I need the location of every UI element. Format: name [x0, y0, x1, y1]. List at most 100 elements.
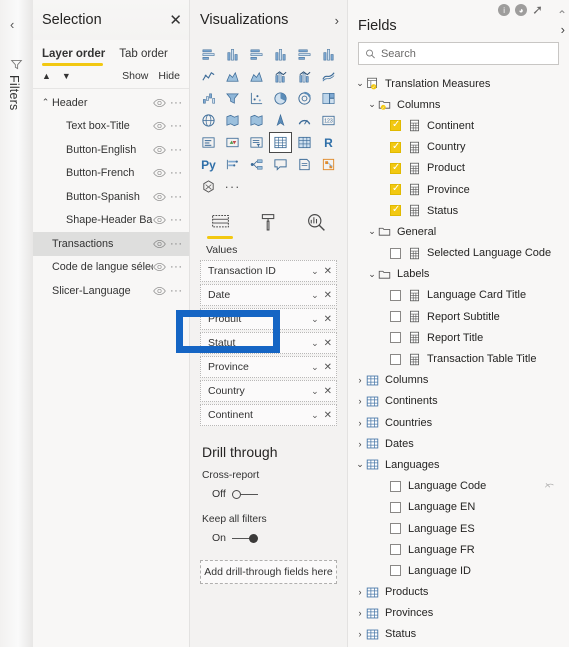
visibility-eye-icon[interactable]	[153, 168, 166, 178]
fields-tree-item[interactable]: › Countries	[348, 412, 569, 433]
scroll-up-icon[interactable]: ⌃	[557, 8, 567, 22]
expand-chevron-icon[interactable]: ›	[354, 439, 366, 449]
cross-report-toggle-row[interactable]: Off	[190, 481, 347, 500]
stacked-area-chart-icon[interactable]	[245, 66, 268, 87]
remove-field-icon[interactable]: ✕	[324, 338, 332, 349]
field-checkbox[interactable]	[390, 119, 401, 132]
field-checkbox[interactable]	[390, 565, 401, 577]
chevron-left-icon[interactable]: ‹	[10, 18, 14, 31]
more-options-icon[interactable]: ···	[170, 214, 183, 226]
clustered-column-chart-icon[interactable]	[269, 44, 292, 65]
fields-tree-item[interactable]: Transaction Table Title	[348, 348, 569, 369]
values-well-item[interactable]: Province ⌄ ✕	[200, 356, 337, 378]
fields-tree-item[interactable]: Language Code	[348, 476, 569, 497]
remove-field-icon[interactable]: ✕	[324, 386, 332, 397]
gauge-icon[interactable]	[293, 110, 316, 131]
hide-all-button[interactable]: Hide	[158, 70, 180, 82]
fields-tree-item[interactable]: Language ID	[348, 560, 569, 581]
fields-tree-item[interactable]: ⌄ ✓ Columns	[348, 94, 569, 115]
move-down-icon[interactable]: ▼	[62, 71, 71, 81]
remove-field-icon[interactable]: ✕	[324, 410, 332, 421]
line-clustered-column-icon[interactable]	[293, 66, 316, 87]
values-well-item[interactable]: Country ⌄ ✕	[200, 380, 337, 402]
expand-chevron-icon[interactable]: ›	[354, 587, 366, 597]
fields-tree-item[interactable]: › Status	[348, 624, 569, 645]
line-stacked-column-icon[interactable]	[269, 66, 292, 87]
visibility-eye-icon[interactable]	[153, 145, 166, 155]
tab-tab-order[interactable]: Tab order	[119, 48, 168, 66]
keep-all-filters-toggle[interactable]	[232, 533, 259, 544]
chevron-right-icon[interactable]: ›	[561, 22, 565, 37]
funnel-chart-icon[interactable]	[221, 88, 244, 109]
more-options-icon[interactable]: ···	[170, 238, 183, 250]
expand-chevron-icon[interactable]: ›	[354, 608, 366, 618]
ribbon-chart-icon[interactable]	[317, 66, 340, 87]
treemap-icon[interactable]	[317, 88, 340, 109]
more-options-icon[interactable]: ···	[170, 144, 183, 156]
remove-field-icon[interactable]: ✕	[324, 290, 332, 301]
expand-chevron-icon[interactable]: ›	[354, 418, 366, 428]
more-options-icon[interactable]: ···	[170, 167, 183, 179]
expand-chevron-icon[interactable]: ⌄	[366, 269, 378, 280]
share-arrow-icon[interactable]: ➚	[532, 3, 543, 16]
chevron-down-icon[interactable]: ⌄	[311, 314, 319, 325]
filters-pane-collapsed[interactable]: ‹ Filters	[0, 0, 33, 647]
visibility-eye-icon[interactable]	[153, 239, 166, 249]
selection-list-item[interactable]: Button-English ···	[33, 138, 189, 162]
line-chart-icon[interactable]	[197, 66, 220, 87]
pie-chart-icon[interactable]	[269, 88, 292, 109]
chevron-down-icon[interactable]: ⌄	[311, 410, 319, 421]
clustered-bar-chart-icon[interactable]	[245, 44, 268, 65]
field-checkbox[interactable]	[390, 480, 401, 492]
selection-list-item[interactable]: ⌃ Header ···	[33, 91, 189, 115]
field-checkbox[interactable]	[390, 332, 401, 344]
values-well-item[interactable]: Date ⌄ ✕	[200, 284, 337, 306]
expand-chevron-icon[interactable]: ⌄	[354, 459, 366, 470]
card-icon[interactable]: 123	[317, 110, 340, 131]
map-icon[interactable]	[197, 110, 220, 131]
visibility-eye-icon[interactable]	[153, 98, 166, 108]
fields-tab[interactable]	[206, 209, 234, 239]
fields-tree-item[interactable]: Report Subtitle	[348, 306, 569, 327]
expand-chevron-icon[interactable]: ›	[354, 629, 366, 639]
matrix-icon[interactable]	[293, 132, 316, 153]
selection-list-item[interactable]: Shape-Header Ba... ···	[33, 209, 189, 233]
fields-tree-item[interactable]: ⌄ Labels	[348, 264, 569, 285]
fields-tree-item[interactable]: Continent	[348, 115, 569, 136]
more-options-icon[interactable]: ···	[170, 191, 183, 203]
expand-chevron-icon[interactable]: ⌄	[354, 78, 366, 89]
100-stacked-bar-chart-icon[interactable]	[293, 44, 316, 65]
100-stacked-column-chart-icon[interactable]	[317, 44, 340, 65]
collapse-chevron-icon[interactable]: ⌃	[39, 97, 52, 108]
field-checkbox[interactable]	[390, 162, 401, 174]
donut-chart-icon[interactable]	[293, 88, 316, 109]
search-box[interactable]	[358, 42, 559, 65]
field-checkbox[interactable]	[390, 289, 401, 301]
chevron-right-icon[interactable]: ›	[335, 13, 339, 28]
fields-tree-item[interactable]: › Dates	[348, 433, 569, 454]
visibility-eye-icon[interactable]	[153, 192, 166, 202]
chevron-down-icon[interactable]: ⌄	[311, 362, 319, 373]
info-icon[interactable]: i	[498, 4, 511, 16]
field-checkbox[interactable]	[390, 204, 401, 217]
table-icon[interactable]	[269, 132, 292, 153]
expand-chevron-icon[interactable]: ⌄	[366, 99, 378, 110]
values-well-item[interactable]: Continent ⌄ ✕	[200, 404, 337, 426]
python-visual-icon[interactable]: Py	[197, 154, 220, 175]
fields-tree-item[interactable]: Language ES	[348, 518, 569, 539]
fields-tree-item[interactable]: Product	[348, 158, 569, 179]
fields-tree-item[interactable]: Language Card Title	[348, 285, 569, 306]
visibility-eye-icon[interactable]	[153, 121, 166, 131]
fields-tree-item[interactable]: › Continents	[348, 391, 569, 412]
expand-chevron-icon[interactable]: ⌄	[366, 226, 378, 237]
fields-tree-item[interactable]: Province	[348, 179, 569, 200]
more-options-icon[interactable]: ···	[170, 120, 183, 132]
remove-field-icon[interactable]: ✕	[324, 362, 332, 373]
fields-tree-item[interactable]: ⌄ Languages	[348, 454, 569, 475]
selection-list-item[interactable]: Button-Spanish ···	[33, 185, 189, 209]
close-icon[interactable]: ✕	[169, 13, 182, 28]
drill-through-dropzone[interactable]: Add drill-through fields here	[200, 560, 337, 584]
expand-chevron-icon[interactable]: ›	[354, 375, 366, 385]
analytics-magnifier-tab[interactable]	[302, 209, 330, 235]
selection-list-item[interactable]: Text box-Title ···	[33, 115, 189, 139]
